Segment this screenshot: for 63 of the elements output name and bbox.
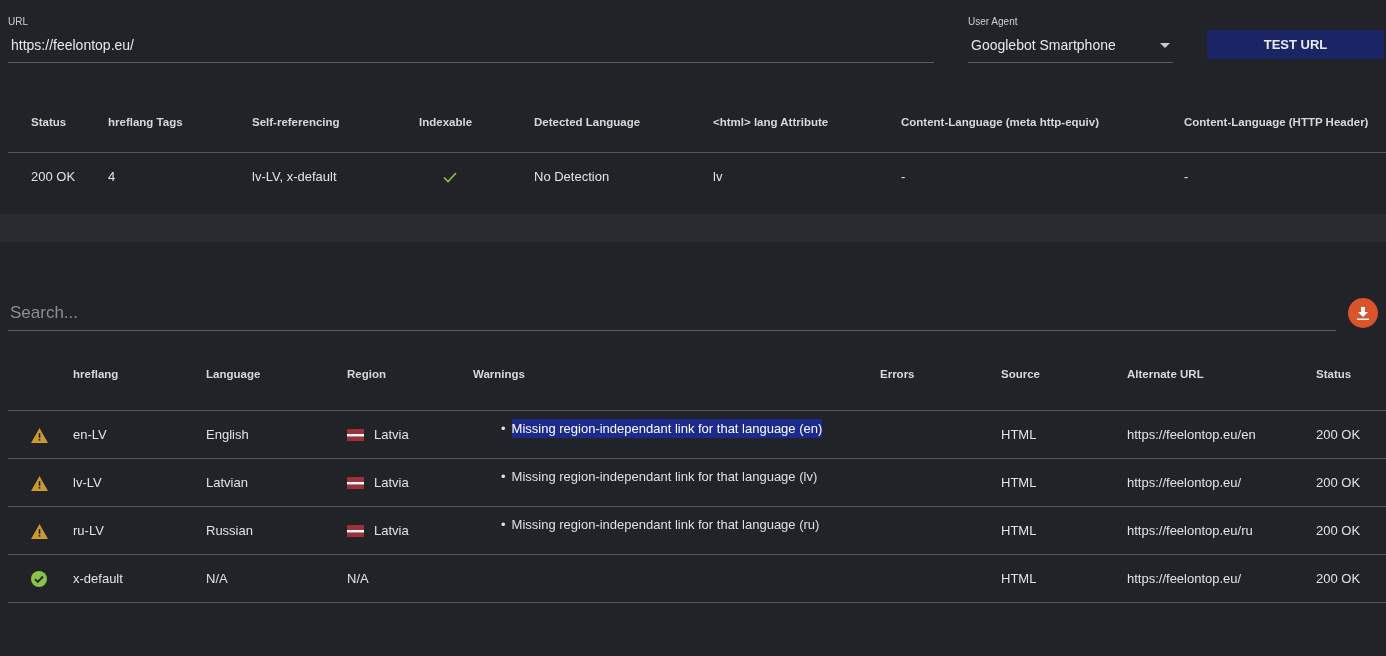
table-cell: https://feelontop.eu/en [1127,426,1256,442]
download-button[interactable] [1348,298,1378,329]
table-cell: lv-LV [73,474,102,490]
column-header: Status [1316,367,1352,380]
user-agent-label: User Agent [968,15,1019,29]
table-cell: 200 OK [1316,474,1361,490]
table-cell: Latvia [374,522,409,538]
user-agent-dropdown[interactable]: Googlebot Smartphone [968,29,1173,63]
column-header: Alternate URL [1127,367,1204,380]
table-cell: 200 OK [31,168,76,184]
table-cell: HTML [1001,426,1037,442]
column-header: Source [1001,367,1040,380]
column-header: Self-referencing [252,116,340,129]
table-cell: en-LV [73,426,107,442]
table-cell: Latvia [374,426,409,442]
table-cell: N/A [206,570,228,586]
table-cell: N/A [347,570,369,586]
table-cell: x-default [73,570,123,586]
table-cell: English [206,426,249,442]
table-cell: 4 [108,168,116,184]
column-header: Content-Language (meta http-equiv) [901,116,1100,129]
test-url-button[interactable]: TEST URL [1207,30,1384,59]
search-field[interactable]: Search... [8,296,1336,331]
table-cell: lv [713,168,723,184]
column-header: Content-Language (HTTP Header) [1184,116,1369,129]
caret-icon [1160,43,1170,48]
table-cell: 200 OK [1316,426,1361,442]
column-header: hreflang [73,367,119,380]
table-cell: No Detection [534,168,610,184]
table-cell: https://feelontop.eu/ru [1127,522,1253,538]
table-cell: https://feelontop.eu/ [1127,474,1242,490]
table-cell: lv-LV, x-default [252,168,337,184]
column-header: Indexable [419,116,473,129]
column-header: Language [206,367,261,380]
column-header: Errors [880,367,915,380]
url-field[interactable]: https://feelontop.eu/ [8,29,934,63]
table-cell: - [901,168,906,184]
column-header: <html> lang Attribute [713,116,829,129]
bullet: • [501,515,506,534]
url-label: URL [8,15,29,29]
table-cell: HTML [1001,522,1037,538]
warning-text: Missing region-independant link for that language (ru) [511,515,820,534]
column-header: Region [347,367,386,380]
bullet: • [501,419,506,438]
table-cell: HTML [1001,570,1037,586]
table-cell: Latvia [374,474,409,490]
column-header: Detected Language [534,116,641,129]
table-cell: 200 OK [1316,570,1361,586]
warning-text: Missing region-independant link for that language (lv) [511,467,818,486]
warning-text: Missing region-independant link for that language (en) [511,418,823,439]
table-cell: https://feelontop.eu/ [1127,570,1242,586]
table-cell: ru-LV [73,522,104,538]
table-cell: HTML [1001,474,1037,490]
table-cell: - [1184,168,1189,184]
table-cell: Latvian [206,474,248,490]
column-header: Status [31,116,67,129]
table-cell: 200 OK [1316,522,1361,538]
column-header: Warnings [473,367,525,380]
bullet: • [501,467,506,486]
user-agent-value: Googlebot Smartphone [971,36,1116,55]
column-header: hreflang Tags [108,116,183,129]
table-cell: Russian [206,522,253,538]
download-icon [1357,306,1369,320]
